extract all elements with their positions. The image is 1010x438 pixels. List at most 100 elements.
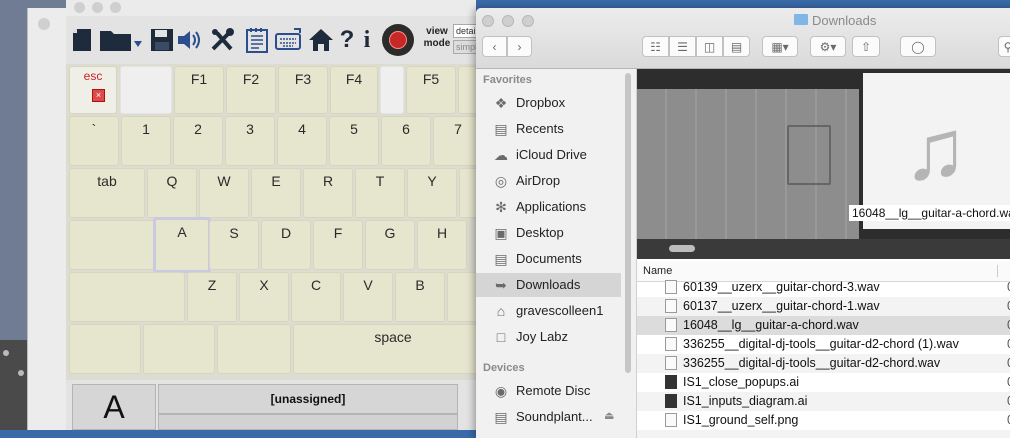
column-divider[interactable] — [997, 265, 998, 277]
key-h[interactable]: H — [417, 220, 467, 270]
key-esc[interactable]: esc × — [69, 66, 117, 114]
key-ctrl[interactable] — [143, 324, 215, 374]
key-f6[interactable] — [458, 66, 476, 114]
column-view-button[interactable]: ◫ — [696, 36, 723, 57]
file-row-selected[interactable]: 16048__lg__guitar-a-chord.wav0 — [637, 316, 1010, 335]
key-e[interactable]: E — [251, 168, 301, 218]
key-backtick[interactable]: ` — [69, 116, 119, 166]
key-space[interactable]: space — [293, 324, 476, 374]
zoom-button[interactable] — [110, 2, 121, 13]
scrollbar-thumb[interactable] — [669, 245, 695, 252]
key-7[interactable]: 7 — [433, 116, 476, 166]
key-g[interactable]: G — [365, 220, 415, 270]
help-button[interactable]: ? — [338, 24, 356, 56]
notes-button[interactable] — [244, 24, 270, 56]
close-button[interactable] — [74, 2, 85, 13]
key-f[interactable]: F — [313, 220, 363, 270]
key-y[interactable]: Y — [407, 168, 457, 218]
key-a[interactable]: A — [153, 217, 211, 273]
tools-button[interactable] — [208, 24, 238, 56]
sidebar-item-documents[interactable]: ▤ Documents — [476, 247, 621, 271]
key-v[interactable]: V — [343, 272, 393, 322]
key-1[interactable]: 1 — [121, 116, 171, 166]
key-2[interactable]: 2 — [173, 116, 223, 166]
sidebar-item-dropbox[interactable]: ❖ Dropbox — [476, 91, 621, 115]
key-z[interactable]: Z — [187, 272, 237, 322]
scrollbar-thumb[interactable] — [625, 73, 631, 373]
file-row[interactable]: 60139__uzerx__guitar-chord-3.wav0 — [637, 278, 1010, 297]
back-button[interactable]: ‹ — [482, 36, 507, 57]
key-f3[interactable]: F3 — [278, 66, 328, 114]
sidebar-item-icloud-drive[interactable]: ☁ iCloud Drive — [476, 143, 621, 167]
sidebar-scrollbar[interactable] — [624, 69, 632, 438]
file-row[interactable]: IS1_close_popups.ai0 — [637, 373, 1010, 392]
key-blank[interactable] — [120, 66, 172, 114]
info-button[interactable]: i — [360, 24, 374, 56]
file-row[interactable] — [637, 430, 1010, 438]
key-w[interactable]: W — [199, 168, 249, 218]
sidebar-item-applications[interactable]: ✻ Applications — [476, 195, 621, 219]
zoom-button[interactable] — [522, 15, 534, 27]
save-keymap-button[interactable] — [150, 24, 174, 56]
key-f4[interactable]: F4 — [330, 66, 378, 114]
sidebar-item-airdrop[interactable]: ◎ AirDrop — [476, 169, 621, 193]
view-tab-simple[interactable]: simple — [453, 40, 476, 54]
key-tab[interactable]: tab — [69, 168, 145, 218]
file-row[interactable]: 336255__digital-dj-tools__guitar-d2-chor… — [637, 335, 1010, 354]
icon-view-button[interactable]: ☷ — [642, 36, 669, 57]
file-row[interactable]: 60137__uzerx__guitar-chord-1.wav0 — [637, 297, 1010, 316]
file-row[interactable]: 336255__digital-dj-tools__guitar-d2-chor… — [637, 354, 1010, 373]
key-s[interactable]: S — [209, 220, 259, 270]
gallery-view-button[interactable]: ▤ — [723, 36, 750, 57]
key-3[interactable]: 3 — [225, 116, 275, 166]
key-4[interactable]: 4 — [277, 116, 327, 166]
sidebar-item-remote-disc[interactable]: ◉ Remote Disc — [476, 379, 621, 403]
group-button[interactable]: ▦▾ — [762, 36, 798, 57]
minimize-button[interactable] — [92, 2, 103, 13]
key-f1[interactable]: F1 — [174, 66, 224, 114]
stop-all-button[interactable] — [382, 24, 414, 56]
key-caps[interactable] — [69, 220, 155, 270]
key-q[interactable]: Q — [147, 168, 197, 218]
list-view-button[interactable]: ☰ — [669, 36, 696, 57]
sidebar-item-soundplant-drive[interactable]: ▤ Soundplant... ⏏ — [476, 405, 621, 429]
key-d[interactable]: D — [261, 220, 311, 270]
forward-button[interactable]: › — [507, 36, 532, 57]
tags-button[interactable]: ◯ — [900, 36, 936, 57]
close-button[interactable] — [482, 15, 494, 27]
key-f2[interactable]: F2 — [226, 66, 276, 114]
action-button[interactable]: ⚙▾ — [810, 36, 846, 57]
key-5[interactable]: 5 — [329, 116, 379, 166]
key-fn[interactable] — [69, 324, 141, 374]
file-row[interactable]: IS1_ground_self.png0 — [637, 411, 1010, 430]
sidebar-item-desktop[interactable]: ▣ Desktop — [476, 221, 621, 245]
key-shift[interactable] — [69, 272, 185, 322]
keyboard-button[interactable] — [274, 24, 304, 56]
volume-button[interactable] — [176, 24, 202, 56]
search-button[interactable]: ⚲ — [998, 36, 1010, 57]
key-c[interactable]: C — [291, 272, 341, 322]
key-u[interactable] — [459, 168, 476, 218]
share-button[interactable]: ⇧ — [852, 36, 880, 57]
sidebar-item-joy-labz[interactable]: □ Joy Labz — [476, 325, 621, 349]
new-keymap-button[interactable] — [70, 24, 94, 56]
minimize-button[interactable] — [502, 15, 514, 27]
key-r[interactable]: R — [303, 168, 353, 218]
open-keymap-button[interactable] — [98, 24, 144, 56]
home-button[interactable] — [308, 24, 334, 56]
eject-icon[interactable]: ⏏ — [604, 409, 614, 422]
clear-icon[interactable]: × — [92, 89, 105, 102]
key-6[interactable]: 6 — [381, 116, 431, 166]
key-alt[interactable] — [217, 324, 291, 374]
key-blank[interactable] — [380, 66, 404, 114]
preview-scrollbar[interactable] — [637, 239, 1010, 259]
key-b[interactable]: B — [395, 272, 445, 322]
sidebar-item-downloads[interactable]: ➥ Downloads — [476, 273, 621, 297]
key-t[interactable]: T — [355, 168, 405, 218]
sidebar-item-home[interactable]: ⌂ gravescolleen1 — [476, 299, 621, 323]
sound-assignment-field[interactable]: [unassigned] — [158, 384, 458, 414]
key-n[interactable] — [447, 272, 476, 322]
view-tab-detail[interactable]: detail — [453, 24, 476, 38]
key-x[interactable]: X — [239, 272, 289, 322]
sidebar-item-recents[interactable]: ▤ Recents — [476, 117, 621, 141]
